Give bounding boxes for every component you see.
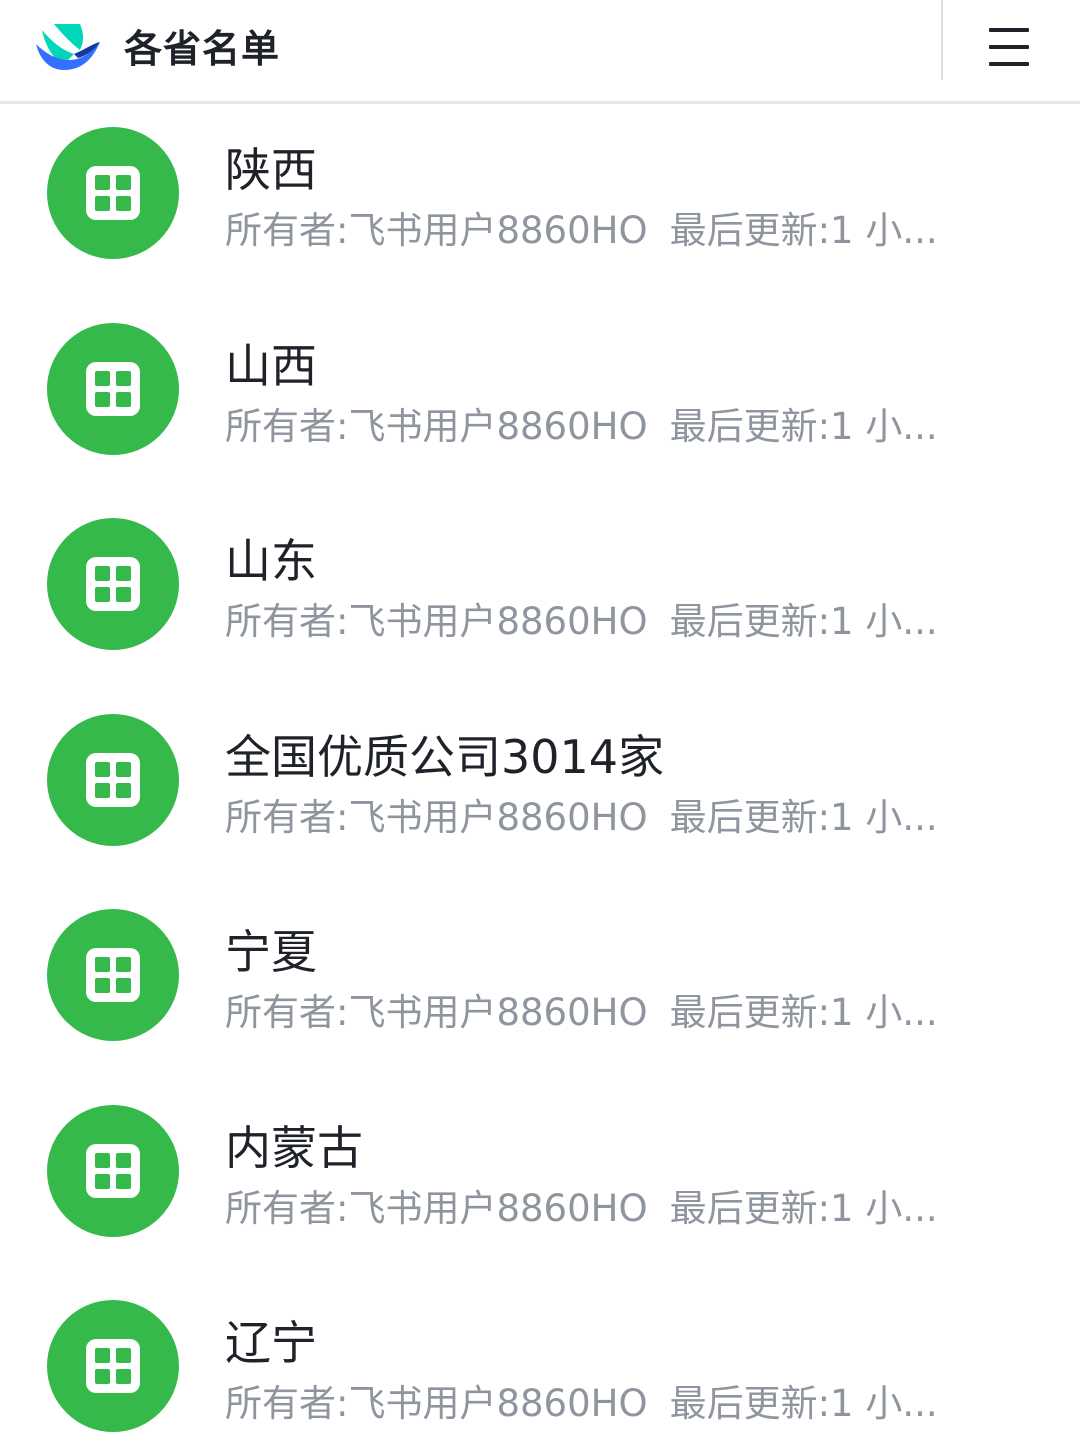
updated-time: 1 小... [830, 600, 938, 643]
owner-label: 所有者: [225, 1382, 349, 1425]
sheet-icon [47, 322, 179, 455]
owner-label: 所有者: [225, 795, 349, 839]
updated-time: 1 小... [830, 1186, 938, 1230]
owner-name: 飞书用户8860HO [348, 795, 648, 839]
file-name: 全国优质公司3014家 [225, 729, 665, 784]
header-divider [941, 0, 943, 80]
menu-line [989, 28, 1029, 32]
file-list: 陕西 所有者:飞书用户8860HO 最后更新:1 小... 山西 所有者:飞书用户… [0, 104, 1080, 1440]
owner-label: 所有者: [225, 209, 349, 252]
updated-label: 最后更新: [669, 209, 831, 252]
file-meta: 所有者:飞书用户8860HO 最后更新:1 小... [225, 793, 995, 843]
owner-name: 飞书用户8860HO [348, 600, 648, 643]
menu-line [989, 62, 1029, 66]
owner-name: 飞书用户8860HO [348, 1382, 648, 1425]
file-meta: 所有者:飞书用户8860HO 最后更新:1 小... [225, 206, 995, 256]
updated-label: 最后更新: [669, 1186, 831, 1230]
sheet-icon [47, 518, 179, 650]
updated-time: 1 小... [830, 404, 938, 448]
owner-name: 飞书用户8860HO [348, 404, 648, 448]
updated-time: 1 小... [830, 1382, 938, 1425]
owner-name: 飞书用户8860HO [348, 209, 648, 252]
updated-time: 1 小... [830, 795, 938, 839]
file-meta: 所有者:飞书用户8860HO 最后更新:1 小... [225, 402, 995, 452]
owner-name: 飞书用户8860HO [348, 991, 648, 1034]
owner-label: 所有者: [225, 600, 349, 643]
page-title: 各省名单 [124, 27, 281, 71]
updated-label: 最后更新: [669, 991, 831, 1034]
owner-label: 所有者: [225, 991, 349, 1034]
file-meta: 所有者:飞书用户8860HO 最后更新:1 小... [225, 597, 995, 647]
menu-line [989, 45, 1029, 49]
sheet-icon [47, 713, 179, 846]
file-name: 陕西 [225, 143, 317, 197]
file-meta: 所有者:飞书用户8860HO 最后更新:1 小... [225, 1184, 995, 1234]
file-name: 山东 [225, 534, 317, 588]
hamburger-menu-icon[interactable] [976, 18, 1040, 78]
updated-label: 最后更新: [669, 404, 831, 448]
owner-name: 飞书用户8860HO [348, 1186, 648, 1230]
file-list-item[interactable]: 内蒙古 所有者:飞书用户8860HO 最后更新:1 小... [0, 1082, 1080, 1278]
file-list-item[interactable]: 陕西 所有者:飞书用户8860HO 最后更新:1 小... [0, 104, 1080, 300]
file-list-item[interactable]: 山西 所有者:飞书用户8860HO 最后更新:1 小... [0, 300, 1080, 496]
updated-label: 最后更新: [669, 1382, 831, 1425]
file-name: 内蒙古 [225, 1120, 363, 1175]
file-list-item[interactable]: 全国优质公司3014家 所有者:飞书用户8860HO 最后更新:1 小... [0, 691, 1080, 887]
updated-time: 1 小... [830, 991, 938, 1034]
updated-label: 最后更新: [669, 795, 831, 839]
app-root: 各省名单 陕西 所有者:飞书用户8860HO 最后更新:1 小... 山西 所有… [0, 0, 1080, 1440]
file-name: 山西 [225, 338, 317, 393]
updated-label: 最后更新: [669, 600, 831, 643]
feishu-logo-icon[interactable] [34, 20, 102, 74]
top-bar: 各省名单 [0, 0, 1080, 104]
sheet-icon [47, 1104, 179, 1237]
sheet-icon [47, 127, 179, 259]
sheet-icon [47, 1300, 179, 1432]
file-list-item[interactable]: 宁夏 所有者:飞书用户8860HO 最后更新:1 小... [0, 886, 1080, 1082]
updated-time: 1 小... [830, 209, 938, 252]
file-meta: 所有者:飞书用户8860HO 最后更新:1 小... [225, 988, 995, 1038]
owner-label: 所有者: [225, 404, 349, 448]
owner-label: 所有者: [225, 1186, 349, 1230]
file-name: 辽宁 [225, 1316, 317, 1370]
file-list-item[interactable]: 山东 所有者:飞书用户8860HO 最后更新:1 小... [0, 495, 1080, 691]
file-name: 宁夏 [225, 925, 317, 979]
file-meta: 所有者:飞书用户8860HO 最后更新:1 小... [225, 1379, 995, 1429]
sheet-icon [47, 909, 179, 1041]
file-list-item[interactable]: 辽宁 所有者:飞书用户8860HO 最后更新:1 小... [0, 1277, 1080, 1440]
